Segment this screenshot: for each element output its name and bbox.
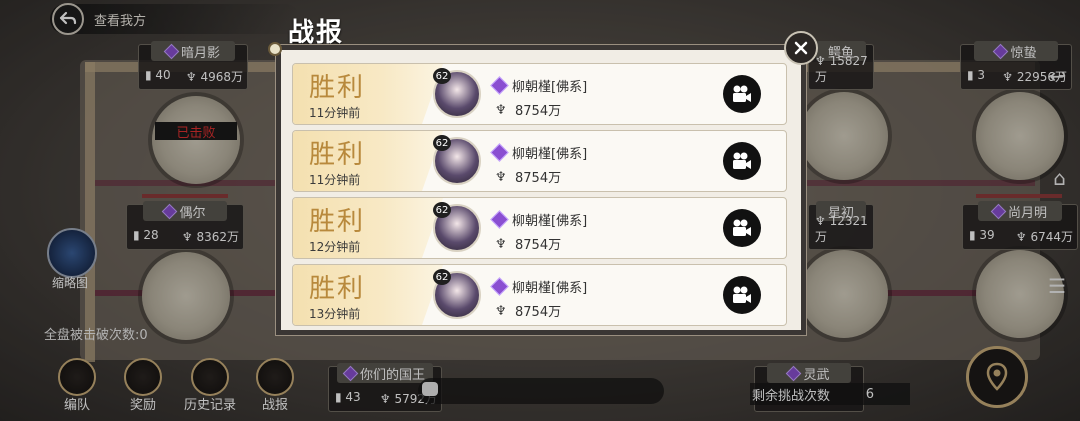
result-text: 胜利: [309, 140, 366, 170]
player-power: ♆ 8754万: [495, 102, 562, 120]
player-name: 柳朝槿[佛系]: [490, 277, 587, 296]
power-icon: ♆: [495, 102, 507, 118]
dialog-title: 战报: [288, 18, 345, 48]
close-icon: [794, 41, 808, 55]
level-badge: 62: [433, 68, 451, 84]
report-row[interactable]: 胜利 11分钟前 62 柳朝槿[佛系] ♆ 8754万: [292, 130, 787, 192]
camera-icon: [733, 286, 751, 303]
player-name: 柳朝槿[佛系]: [490, 143, 587, 162]
result-text: 胜利: [309, 207, 366, 237]
pin-icon: [268, 42, 282, 56]
camera-icon: [733, 152, 751, 169]
player-power: ♆ 8754万: [495, 169, 562, 187]
result-text: 胜利: [309, 73, 366, 103]
camera-icon: [733, 219, 751, 236]
time-text: 11分钟前: [309, 173, 361, 187]
rank-gem-icon: [490, 143, 509, 162]
player-power: ♆ 8754万: [495, 303, 562, 321]
camera-icon: [733, 85, 751, 102]
time-text: 13分钟前: [309, 307, 361, 321]
time-text: 11分钟前: [309, 106, 361, 120]
power-icon: ♆: [495, 169, 507, 185]
close-button[interactable]: [784, 31, 818, 65]
report-list: 胜利 11分钟前 62 柳朝槿[佛系] ♆ 8754万 胜利 11分钟前 62 柳…: [292, 63, 787, 331]
player-name: 柳朝槿[佛系]: [490, 210, 587, 229]
player-name: 柳朝槿[佛系]: [490, 76, 587, 95]
rank-gem-icon: [490, 76, 509, 95]
rank-gem-icon: [490, 210, 509, 229]
level-badge: 62: [433, 269, 451, 285]
report-row[interactable]: 胜利 13分钟前 62 柳朝槿[佛系] ♆ 8754万: [292, 264, 787, 326]
report-row[interactable]: 胜利 12分钟前 62 柳朝槿[佛系] ♆ 8754万: [292, 197, 787, 259]
power-icon: ♆: [495, 303, 507, 319]
replay-button[interactable]: [723, 75, 761, 113]
report-row[interactable]: 胜利 11分钟前 62 柳朝槿[佛系] ♆ 8754万: [292, 63, 787, 125]
replay-button[interactable]: [723, 209, 761, 247]
replay-button[interactable]: [723, 142, 761, 180]
rank-gem-icon: [490, 277, 509, 296]
time-text: 12分钟前: [309, 240, 361, 254]
level-badge: 62: [433, 135, 451, 151]
power-icon: ♆: [495, 236, 507, 252]
result-text: 胜利: [309, 274, 366, 304]
level-badge: 62: [433, 202, 451, 218]
player-power: ♆ 8754万: [495, 236, 562, 254]
replay-button[interactable]: [723, 276, 761, 314]
